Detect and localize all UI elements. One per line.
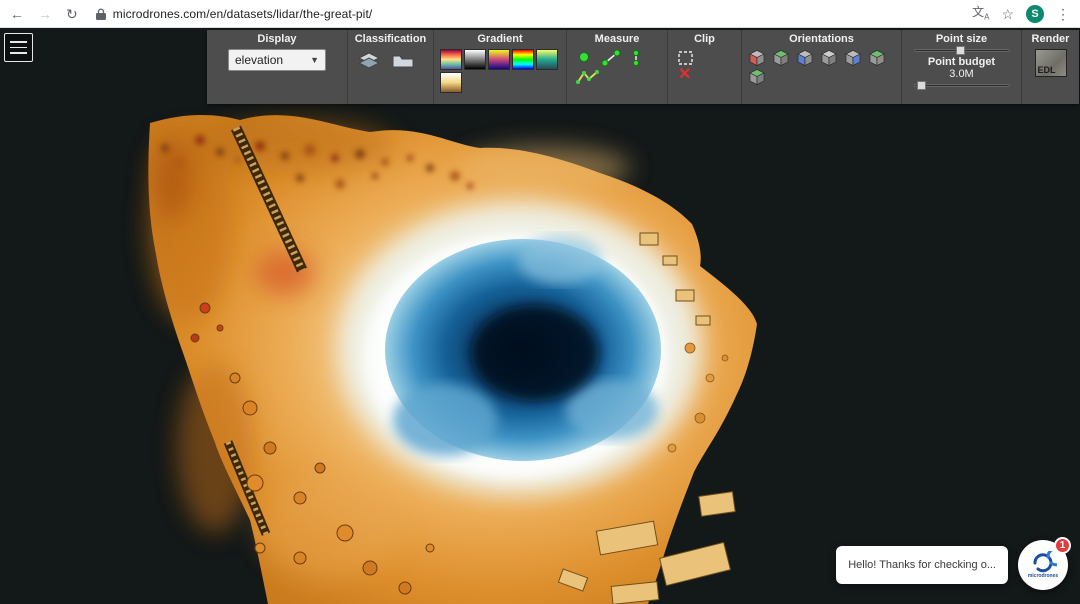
gradient-swatch-yellow-green[interactable] (536, 49, 558, 70)
chat-message[interactable]: Hello! Thanks for checking o... (836, 546, 1008, 584)
orientation-cube-3[interactable] (796, 49, 814, 67)
orientation-cube-7[interactable] (748, 68, 766, 86)
point-cloud-viewport[interactable]: Display elevation ▼ Classification Gradi… (0, 28, 1080, 604)
section-classification: Classification (347, 30, 433, 104)
gradient-swatch-rainbow[interactable] (512, 49, 534, 70)
section-clip: Clip ✕ (667, 30, 741, 104)
point-cloud-canvas (0, 28, 1080, 604)
clip-volume-icon[interactable] (676, 49, 696, 67)
point-size-slider-handle[interactable] (956, 46, 965, 55)
point-budget-slider[interactable] (914, 81, 1010, 90)
section-render: Render EDL (1021, 30, 1079, 104)
bookmark-star-icon[interactable]: ☆ (1001, 7, 1014, 21)
padlock-icon (96, 8, 106, 20)
gradient-label: Gradient (434, 33, 566, 45)
display-label: Display (207, 33, 347, 45)
orientation-cube-2[interactable] (772, 49, 790, 67)
chat-notification-badge: 1 (1054, 537, 1071, 554)
chevron-down-icon: ▼ (310, 55, 319, 65)
measure-label: Measure (567, 33, 667, 45)
browser-toolbar: ← → ↻ microdrones.com/en/datasets/lidar/… (0, 0, 1080, 28)
gradient-swatch-contour[interactable] (440, 72, 462, 93)
browser-menu-icon[interactable]: ⋮ (1056, 7, 1070, 21)
reload-button[interactable]: ↻ (66, 7, 78, 21)
point-size-label: Point size (914, 33, 1009, 45)
gradient-swatch-plasma[interactable] (488, 49, 510, 70)
chat-widget: Hello! Thanks for checking o... microdro… (836, 540, 1068, 590)
chat-brand-text: microdrones (1028, 573, 1058, 579)
classification-filter-icon[interactable] (390, 49, 416, 71)
height-profile-icon[interactable] (575, 68, 601, 86)
microdrones-logo-icon (1029, 551, 1057, 575)
back-button[interactable]: ← (10, 7, 24, 21)
measure-height-icon[interactable] (629, 49, 643, 67)
measure-point-icon[interactable] (575, 49, 593, 67)
point-budget-value: 3.0M (914, 68, 1009, 80)
sidebar-menu-button[interactable] (4, 33, 33, 62)
measure-distance-icon[interactable] (601, 49, 621, 67)
terrain-layers-icon[interactable] (356, 49, 382, 71)
section-display: Display elevation ▼ (207, 30, 347, 104)
edl-mode-text: EDL (1038, 65, 1056, 75)
point-size-slider[interactable] (914, 46, 1010, 55)
point-budget-label: Point budget (914, 56, 1009, 68)
remove-clip-icon[interactable]: ✕ (668, 67, 741, 83)
forward-button[interactable]: → (38, 7, 52, 21)
gradient-swatch-spectral[interactable] (440, 49, 462, 70)
orientations-label: Orientations (742, 33, 901, 45)
orientation-cube-6[interactable] (868, 49, 886, 67)
section-orientations: Orientations (741, 30, 901, 104)
orientation-cube-1[interactable] (748, 49, 766, 67)
point-budget-slider-handle[interactable] (917, 81, 926, 90)
chat-launcher-button[interactable]: microdrones 1 (1018, 540, 1068, 590)
point-budget-slider-track (914, 84, 1010, 87)
edl-render-mode-button[interactable]: EDL (1035, 49, 1067, 77)
attribute-dropdown[interactable]: elevation ▼ (228, 49, 326, 71)
viewer-toolbar: Display elevation ▼ Classification Gradi… (207, 30, 1079, 104)
section-point-settings: Point size Point budget 3.0M (901, 30, 1021, 104)
gradient-swatch-grayscale[interactable] (464, 49, 486, 70)
url-text[interactable]: microdrones.com/en/datasets/lidar/the-gr… (113, 7, 373, 21)
translate-icon[interactable]: 文A (972, 6, 989, 21)
section-measure: Measure (566, 30, 667, 104)
classification-label: Classification (348, 33, 433, 45)
clip-label: Clip (668, 33, 741, 45)
orientation-cube-4[interactable] (820, 49, 838, 67)
attribute-dropdown-value: elevation (235, 53, 283, 67)
orientation-cube-5[interactable] (844, 49, 862, 67)
address-bar[interactable]: microdrones.com/en/datasets/lidar/the-gr… (90, 3, 972, 25)
section-gradient: Gradient (433, 30, 566, 104)
profile-avatar[interactable]: S (1026, 5, 1044, 23)
render-label: Render (1022, 33, 1079, 45)
